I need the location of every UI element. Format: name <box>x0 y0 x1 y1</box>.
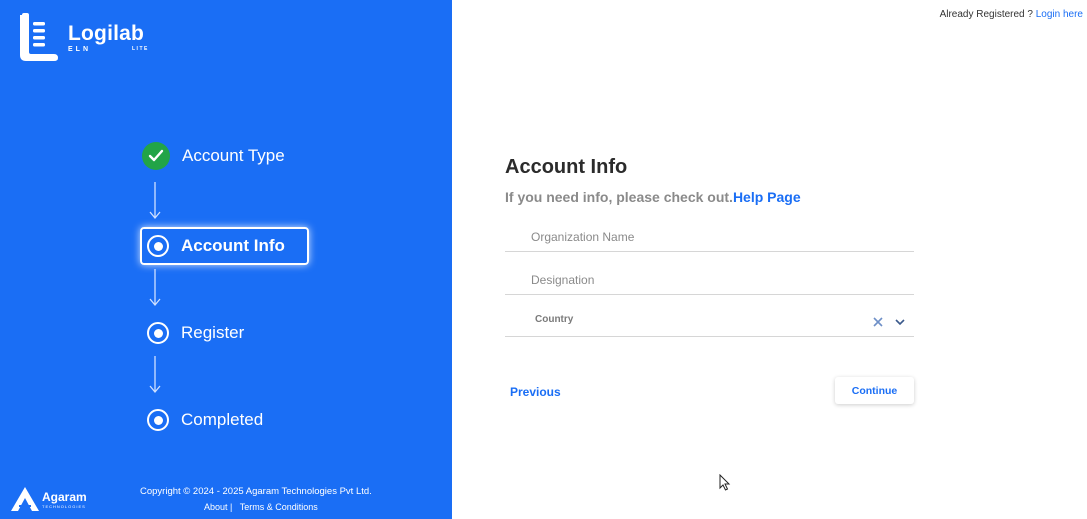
step-label: Account Type <box>182 146 285 165</box>
form-subtitle: If you need info, please check out.Help … <box>505 189 801 205</box>
country-select[interactable]: Country <box>505 307 914 337</box>
country-label: Country <box>535 314 574 325</box>
radio-icon <box>147 409 169 431</box>
step-label: Register <box>181 323 245 342</box>
help-page-link[interactable]: Help Page <box>733 189 801 205</box>
logo-edition: LITE <box>132 46 149 52</box>
arrow-down-icon <box>149 356 161 394</box>
already-text: Already Registered ? <box>939 9 1033 20</box>
brand-name: Agaram <box>42 490 87 504</box>
about-link[interactable]: About | <box>204 502 232 512</box>
mouse-cursor-icon <box>719 474 731 491</box>
designation-input[interactable] <box>505 265 914 294</box>
step-account-type: Account Type <box>142 142 285 170</box>
step-label: Account Info <box>181 236 285 255</box>
step-register: Register <box>147 322 244 344</box>
chevron-down-icon[interactable] <box>894 317 906 327</box>
left-panel: Logilab ELN LITE Account Type Account In… <box>0 0 452 519</box>
radio-active-icon <box>147 235 169 257</box>
organization-field <box>505 222 914 252</box>
check-circle-icon <box>142 142 170 170</box>
designation-field <box>505 265 914 295</box>
login-link[interactable]: Login here <box>1036 9 1083 20</box>
organization-input[interactable] <box>505 222 914 251</box>
step-label: Completed <box>181 410 264 429</box>
arrow-down-icon <box>149 269 161 307</box>
subtitle-text: If you need info, please check out. <box>505 189 733 205</box>
copyright-text: Copyright © 2024 - 2025 Agaram Technolog… <box>140 486 372 497</box>
radio-icon <box>147 322 169 344</box>
clear-icon[interactable] <box>872 316 884 328</box>
already-registered: Already Registered ? Login here <box>940 9 1083 20</box>
step-account-info: Account Info <box>140 227 309 265</box>
terms-link[interactable]: Terms & Conditions <box>240 502 318 512</box>
page-title: Account Info <box>505 156 628 178</box>
brand-tagline: TECHNOLOGIES <box>42 504 86 509</box>
logilab-logo-icon <box>20 13 58 61</box>
agaram-logo-icon <box>11 487 39 511</box>
logo-sub: ELN <box>68 46 91 53</box>
app-logo: Logilab ELN LITE <box>18 12 168 64</box>
footer-links: About | Terms & Conditions <box>204 502 318 512</box>
step-completed: Completed <box>147 409 263 431</box>
logo-text: Logilab <box>68 22 145 45</box>
arrow-down-icon <box>149 182 161 220</box>
continue-button[interactable]: Continue <box>835 377 914 404</box>
previous-button[interactable]: Previous <box>510 385 561 399</box>
agaram-brand: Agaram TECHNOLOGIES <box>10 486 100 512</box>
